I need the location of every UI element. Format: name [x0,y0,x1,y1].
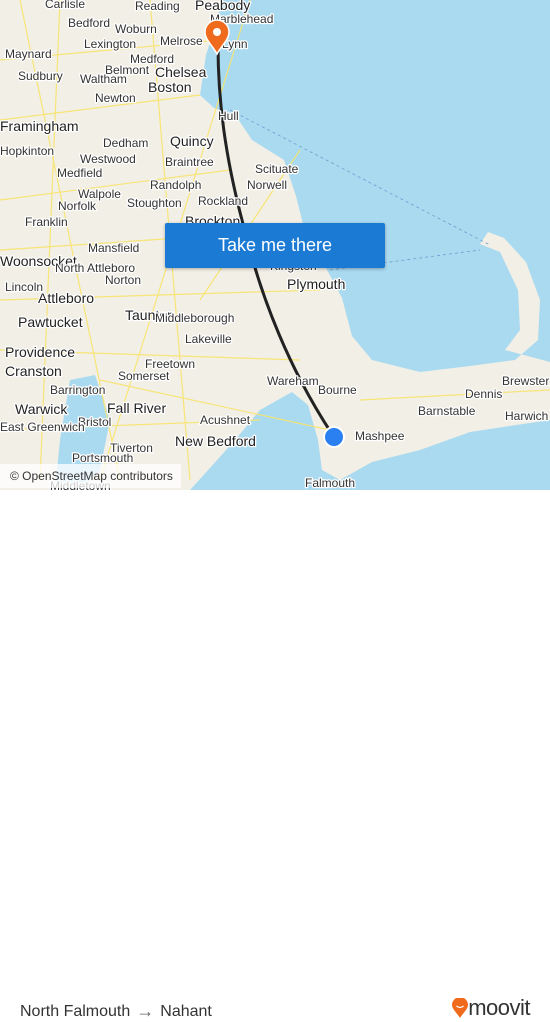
place-label: Bourne [318,383,357,397]
place-label: Plymouth [287,276,345,292]
origin-name: North Falmouth [20,1002,131,1020]
place-label: Wareham [267,374,319,388]
place-label: Somerset [118,369,170,383]
place-label: Carlisle [45,0,85,11]
map-attribution[interactable]: © OpenStreetMap contributors [0,464,181,488]
place-label: Westwood [80,152,136,166]
place-label: Dedham [103,136,148,150]
moovit-logo[interactable]: moovit [452,995,530,1021]
place-label: Norwell [247,178,287,192]
place-label: Barrington [50,383,105,397]
place-label: Norton [105,273,141,287]
take-me-there-button[interactable]: Take me there [165,223,385,268]
footer: North Falmouth → Nahant moovit [0,490,550,1021]
place-label: Hopkinton [0,144,54,158]
place-label: Mashpee [355,429,405,443]
place-label: Sudbury [18,69,63,83]
place-label: Cranston [5,363,62,379]
brand-name: moovit [468,995,530,1020]
place-label: Franklin [25,215,68,229]
destination-name: Nahant [160,1002,212,1020]
place-label: Mansfield [88,241,139,255]
place-label: Brewster [502,374,549,388]
place-label: Attleboro [38,290,94,306]
origin-dot-icon[interactable] [323,426,345,448]
place-label: Dennis [465,387,502,401]
place-label: East Greenwich [0,420,85,434]
place-label: Harwich [505,409,548,423]
place-label: Quincy [170,133,214,149]
place-label: Lakeville [185,332,232,346]
place-label: Maynard [5,47,52,61]
place-label: Boston [148,79,192,95]
place-label: Randolph [150,178,201,192]
place-label: Hull [218,109,239,123]
place-label: Stoughton [127,196,182,210]
place-label: Bedford [68,16,110,30]
place-label: Providence [5,344,75,360]
place-label: Scituate [255,162,299,176]
place-label: Chelsea [155,64,207,80]
place-label: Braintree [165,155,214,169]
moovit-logo-icon [452,998,469,1018]
place-label: New Bedford [175,433,256,449]
place-label: Medfield [57,166,102,180]
place-label: Warwick [15,401,68,417]
place-label: Barnstable [418,404,476,418]
place-label: Reading [135,0,180,13]
place-label: Woburn [115,22,157,36]
place-label: Lexington [84,37,136,51]
place-label: Framingham [0,118,79,134]
place-label: Waltham [80,72,127,86]
place-label: Pawtucket [18,314,83,330]
place-label: Melrose [160,34,203,48]
place-label: Norfolk [58,199,97,213]
place-label: Rockland [198,194,248,208]
arrow-right-icon: → [136,1001,155,1021]
place-label: Portsmouth [72,451,133,465]
place-label: Acushnet [200,413,251,427]
place-label: Fall River [107,400,166,416]
place-label: Newton [95,91,136,105]
place-label: Middleborough [155,311,234,325]
place-label: Falmouth [305,476,355,490]
map[interactable]: Carlisle Reading Peabody Marblehead Bedford W… [0,0,550,490]
route-summary: North Falmouth → Nahant [20,1001,212,1022]
